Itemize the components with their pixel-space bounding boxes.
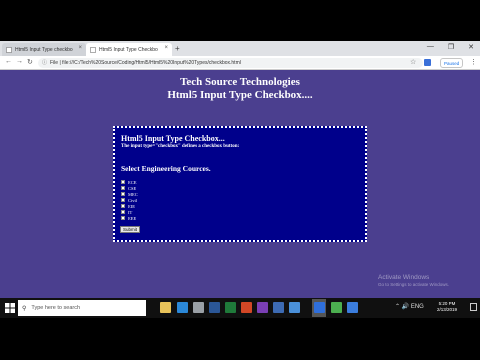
excel-icon[interactable] (225, 302, 236, 313)
profile-paused-button[interactable]: Paused (440, 58, 464, 68)
search-placeholder: Type here to search (31, 305, 81, 311)
checkbox-item[interactable]: EEE (121, 215, 138, 221)
checkbox[interactable] (121, 210, 125, 214)
menu-icon[interactable]: ⋮ (470, 58, 477, 66)
checkbox[interactable] (121, 180, 125, 184)
close-window-button[interactable]: ✕ (468, 43, 474, 51)
tab-2-label: Html5 Input Type Checkbo (99, 46, 158, 53)
checkbox[interactable] (121, 216, 125, 220)
minimize-button[interactable]: — (427, 43, 434, 51)
store-icon[interactable] (177, 302, 188, 313)
checkbox-label: CSE (128, 185, 137, 191)
browser-window: Html5 Input Type checkbo × Html5 Input T… (0, 41, 480, 298)
checkbox[interactable] (121, 198, 125, 202)
app-icon[interactable] (257, 302, 268, 313)
tab-1-label: Html5 Input Type checkbo (15, 46, 73, 53)
watermark-title: Activate Windows (378, 274, 430, 281)
close-icon[interactable]: × (164, 45, 168, 51)
back-icon[interactable]: ← (5, 58, 12, 65)
letterbox-bottom (0, 318, 480, 360)
page-icon (90, 46, 96, 53)
checkbox-label: EIE (128, 203, 135, 209)
page-subheading: Html5 Input Type Checkbox.... (167, 89, 313, 101)
window-controls: — ❐ ✕ (427, 43, 474, 51)
forward-icon[interactable]: → (16, 58, 23, 65)
file-explorer-icon[interactable] (160, 302, 171, 313)
new-tab-button[interactable]: + (175, 44, 180, 53)
browser-toolbar: ← → ↻ ⓘ File | file:///C:/Tech%20Source/C… (0, 56, 480, 70)
word-icon[interactable] (209, 302, 220, 313)
letterbox-top (0, 0, 480, 41)
form-description: The input type="checkbox" defines a chec… (121, 144, 240, 149)
checkbox[interactable] (121, 204, 125, 208)
system-tray[interactable]: ⌃ 🔊 ENG (395, 303, 424, 310)
checkbox-list: ECE CSE MEC Civil EIE IT EEE (121, 179, 138, 221)
taskbar-search[interactable]: ⚲ Type here to search (18, 300, 146, 316)
checkbox[interactable] (121, 192, 125, 196)
bookmark-star-icon[interactable]: ☆ (410, 58, 416, 66)
select-heading: Select Engineering Cources. (121, 164, 211, 173)
form-title: Html5 Input Type Checkbox... (121, 134, 225, 143)
clock-date: 2/13/2019 (437, 307, 458, 312)
clock[interactable]: 5:20 PM 2/13/2019 (437, 301, 457, 313)
app-icon[interactable] (273, 302, 284, 313)
tab-2[interactable]: Html5 Input Type Checkbo × (86, 43, 172, 56)
tab-strip: Html5 Input Type checkbo × Html5 Input T… (0, 41, 480, 56)
page-heading: Tech Source Technologies (180, 76, 300, 88)
notification-icon[interactable] (470, 303, 477, 311)
app-icon[interactable] (314, 302, 325, 313)
chrome-icon[interactable] (331, 302, 342, 313)
address-text: File | file:///C:/Tech%20Source/Coding/H… (50, 60, 241, 66)
extension-icon[interactable] (424, 59, 431, 66)
page-icon (6, 46, 12, 53)
checkbox[interactable] (121, 186, 125, 190)
windows-start-icon[interactable] (5, 303, 15, 313)
watermark-subtitle: Go to Settings to activate Windows. (378, 282, 450, 287)
powerpoint-icon[interactable] (241, 302, 252, 313)
checkbox-label: IT (128, 209, 133, 215)
page-content: Tech Source Technologies Html5 Input Typ… (0, 71, 480, 298)
address-bar[interactable]: ⓘ File | file:///C:/Tech%20Source/Coding/… (38, 58, 423, 68)
reload-icon[interactable]: ↻ (27, 58, 33, 66)
activate-windows-watermark: Activate Windows Go to Settings to activ… (378, 274, 449, 287)
close-icon[interactable]: × (78, 45, 82, 51)
submit-button[interactable]: Submit (120, 226, 141, 233)
maximize-button[interactable]: ❐ (448, 43, 454, 51)
checkbox-form: Html5 Input Type Checkbox... The input t… (113, 126, 367, 242)
tab-1[interactable]: Html5 Input Type checkbo × (2, 43, 86, 56)
app-icon[interactable] (289, 302, 300, 313)
checkbox-label: MEC (128, 191, 138, 197)
taskbar: ⚲ Type here to search ⌃ 🔊 ENG 5:20 PM 2/… (0, 298, 480, 318)
calculator-icon[interactable] (193, 302, 204, 313)
checkbox-label: EEE (128, 215, 137, 221)
checkbox-label: Civil (128, 197, 138, 203)
search-icon: ⚲ (22, 305, 27, 312)
app-icon[interactable] (347, 302, 358, 313)
checkbox-label: ECE (128, 179, 137, 185)
info-icon: ⓘ (42, 60, 48, 66)
